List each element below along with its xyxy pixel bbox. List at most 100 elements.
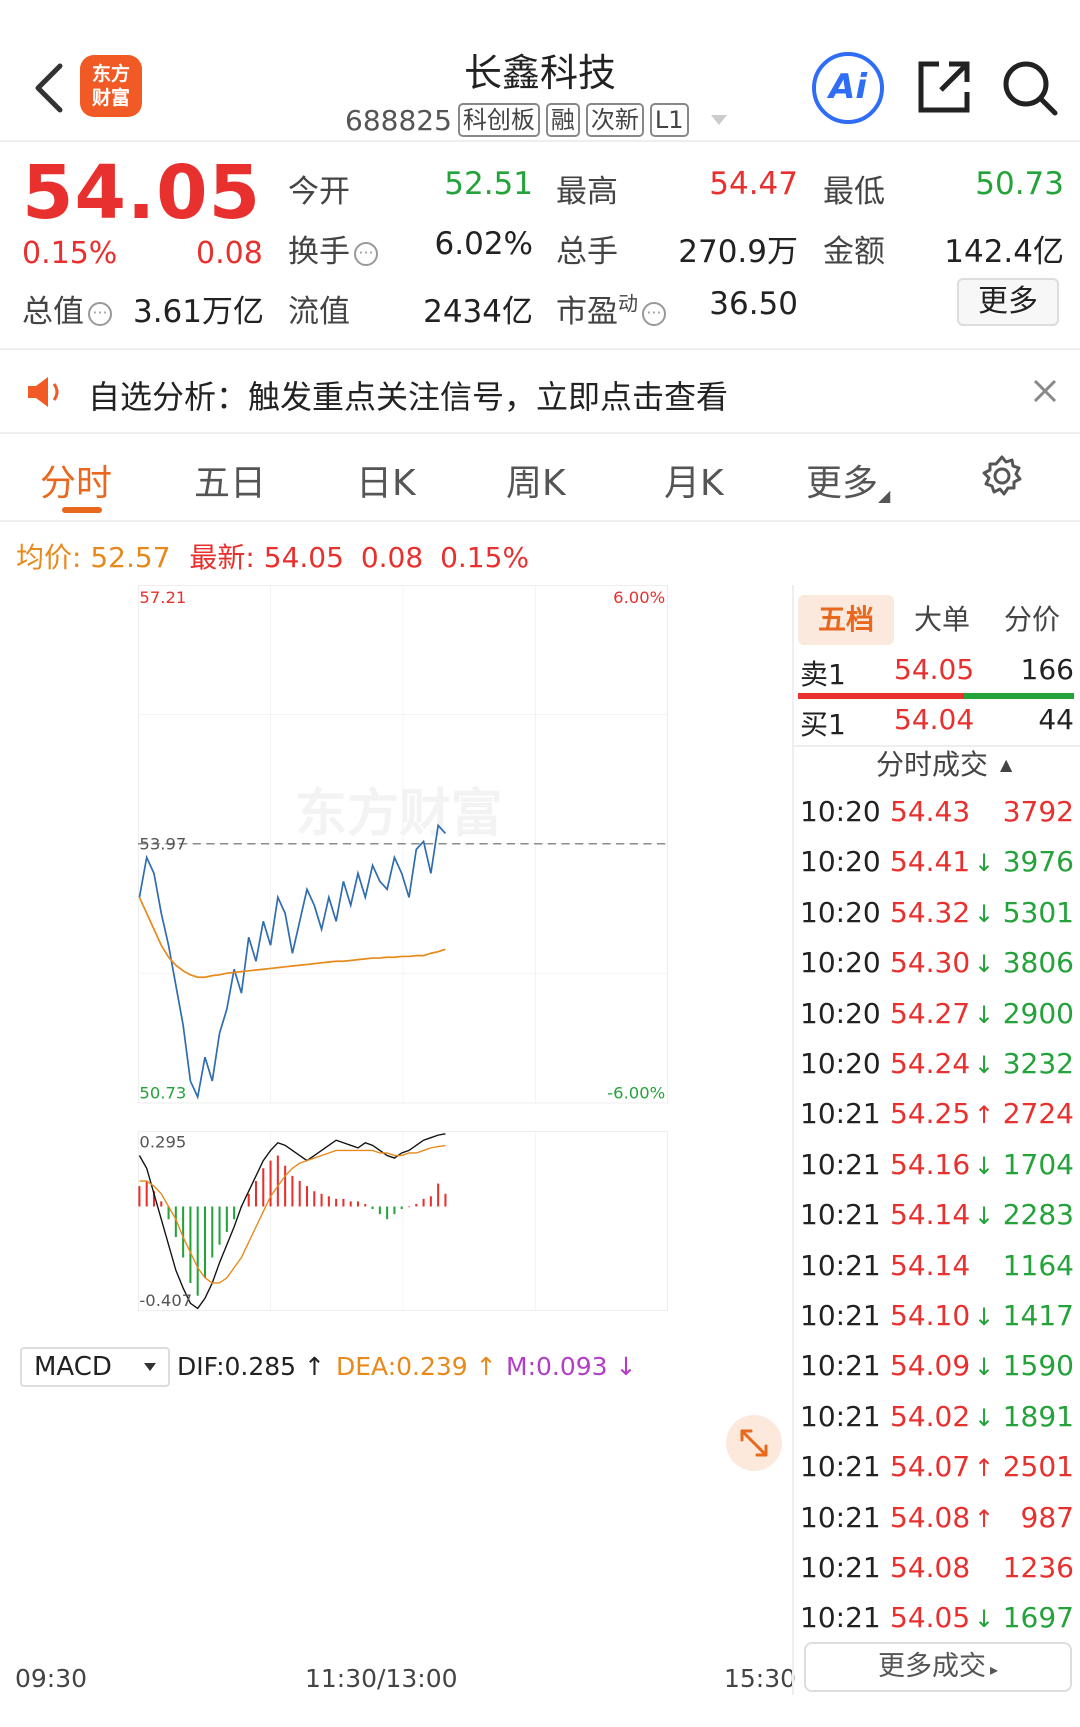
trade-volume: 1697 xyxy=(1002,1601,1074,1635)
macd-bar xyxy=(400,1206,403,1210)
current-price: 54.05 xyxy=(22,150,262,236)
trade-time: 10:21 xyxy=(800,1551,881,1584)
macd-bar xyxy=(349,1201,352,1207)
trade-volume: 3806 xyxy=(1002,946,1074,980)
caret-down-icon[interactable] xyxy=(710,115,727,125)
price-line xyxy=(138,823,447,1100)
tag-star-market: 科创板 xyxy=(457,103,540,137)
tab-intraday[interactable]: 分时 xyxy=(40,454,112,506)
trade-price: 54.27 xyxy=(890,996,971,1030)
tab-weekly-k[interactable]: 周K xyxy=(506,454,566,506)
macd-bar xyxy=(444,1193,447,1207)
tab-daily-k[interactable]: 日K xyxy=(356,454,416,506)
intraday-chart[interactable]: 东方财富 57.21 50.73 53.97 6.00% -6.00% 0.295 -0.4… xyxy=(15,585,791,1343)
macd-bar xyxy=(254,1181,258,1207)
trade-price: 54.08 xyxy=(890,1551,971,1584)
trade-direction-icon: ↓ xyxy=(974,1202,995,1231)
tab-more[interactable]: 更多◢ xyxy=(806,454,890,506)
trade-time: 10:21 xyxy=(800,1198,881,1232)
trade-time: 10:20 xyxy=(800,996,881,1030)
sell-ratio-bar xyxy=(798,693,964,699)
indicator-select-value: MACD xyxy=(34,1352,112,1382)
more-stats-button[interactable]: 更多 xyxy=(957,278,1059,326)
close-icon[interactable] xyxy=(1030,376,1060,406)
tab-five-day[interactable]: 五日 xyxy=(194,454,266,506)
trade-volume: 987 xyxy=(1020,1500,1074,1534)
macd-bar xyxy=(233,1206,236,1220)
trade-volume: 3976 xyxy=(1002,845,1074,879)
macd-bar xyxy=(211,1206,214,1258)
notice-bar[interactable]: 自选分析：触发重点关注信号，立即点击查看 xyxy=(0,348,1080,434)
trade-row: 10:20 54.24 ↓ 3232 xyxy=(794,1047,1080,1097)
trade-row: 10:20 54.30 ↓ 3806 xyxy=(794,946,1080,996)
trade-header-label: 分时成交 xyxy=(876,748,989,781)
side-tab-big-orders[interactable]: 大单 xyxy=(902,595,982,645)
info-dots-icon[interactable]: ··· xyxy=(88,302,112,326)
macd-bar xyxy=(415,1203,418,1207)
tab-active-indicator xyxy=(62,507,102,513)
tab-monthly-k[interactable]: 月K xyxy=(664,454,724,506)
trade-direction-icon: ↓ xyxy=(974,1051,995,1079)
pct-bottom-label: -6.00% xyxy=(607,1084,665,1103)
trade-direction-icon: ↓ xyxy=(974,1000,995,1029)
macd-bar xyxy=(407,1206,411,1208)
trade-row: 10:21 54.09 ↓ 1590 xyxy=(794,1349,1080,1399)
buy1-label: 买1 xyxy=(800,708,846,741)
macd-bar xyxy=(422,1198,425,1207)
info-dots-icon[interactable]: ··· xyxy=(354,242,378,266)
macd-bar xyxy=(225,1206,228,1232)
buy-ratio-bar xyxy=(964,693,1074,699)
trade-row: 10:21 54.10 ↓ 1417 xyxy=(794,1299,1080,1349)
macd-bar xyxy=(182,1206,185,1258)
trade-time: 10:21 xyxy=(800,1399,881,1433)
stat-label-high: 最高 xyxy=(556,174,618,210)
macd-bar xyxy=(386,1206,389,1220)
avg-price-line xyxy=(138,896,446,979)
tag-level: L1 xyxy=(649,103,689,137)
trade-time: 10:21 xyxy=(800,1500,881,1534)
side-tab-five-levels[interactable]: 五档 xyxy=(798,595,894,645)
trade-volume: 2724 xyxy=(1002,1097,1074,1131)
trade-header[interactable]: 分时成交 ▲ xyxy=(876,743,1012,783)
pct-top-label: 6.00% xyxy=(613,588,665,607)
sell1-row: 卖1 54.05 166 xyxy=(794,653,1080,693)
info-dots-icon[interactable]: ··· xyxy=(642,302,666,326)
trade-row: 10:21 54.08 ↑ 987 xyxy=(794,1501,1080,1551)
trade-volume: 1164 xyxy=(1002,1248,1074,1282)
macd-dea-line xyxy=(139,1144,446,1284)
sell1-volume: 166 xyxy=(1020,653,1074,686)
macd-bar xyxy=(138,1186,141,1207)
ai-button[interactable]: Ai xyxy=(812,52,884,124)
chart-labels: 57.21 50.73 53.97 6.00% -6.00% 0.295 -0.407 xyxy=(139,588,665,1310)
stat-value-float-cap: 2434亿 xyxy=(423,294,533,330)
stat-label-volume: 总手 xyxy=(556,234,618,270)
more-trades-button[interactable]: 更多成交 ▸ xyxy=(804,1642,1072,1692)
trade-volume: 1704 xyxy=(1002,1147,1074,1181)
chart-grid xyxy=(138,585,668,1311)
trade-time: 10:20 xyxy=(800,1047,881,1080)
trade-price: 54.07 xyxy=(890,1450,971,1484)
indicator-select[interactable]: MACD xyxy=(20,1347,170,1387)
macd-bar xyxy=(160,1201,163,1207)
trade-price: 54.09 xyxy=(890,1349,971,1383)
expand-button[interactable] xyxy=(726,1415,782,1471)
trade-price: 54.16 xyxy=(890,1147,971,1181)
trade-volume: 1891 xyxy=(1002,1399,1074,1433)
search-icon[interactable] xyxy=(1000,58,1060,118)
trade-time: 10:20 xyxy=(800,946,881,980)
macd-bar xyxy=(262,1168,265,1207)
share-icon[interactable] xyxy=(915,58,973,116)
macd-bar xyxy=(203,1206,207,1278)
stat-value-high: 54.47 xyxy=(709,166,798,202)
trade-volume: 3792 xyxy=(1002,795,1074,828)
macd-bar xyxy=(356,1201,360,1207)
gear-icon[interactable] xyxy=(980,454,1024,498)
avg-price-value: 52.57 xyxy=(90,541,171,574)
notice-text[interactable]: 自选分析：触发重点关注信号，立即点击查看 xyxy=(88,372,728,418)
side-tab-price-dist[interactable]: 分价 xyxy=(990,595,1074,645)
trade-price: 54.08 xyxy=(890,1500,971,1534)
avg-price-label: 均价: xyxy=(16,541,82,574)
trade-time: 10:21 xyxy=(800,1299,881,1332)
trade-volume: 2900 xyxy=(1002,996,1074,1030)
macd-bar xyxy=(429,1196,432,1207)
